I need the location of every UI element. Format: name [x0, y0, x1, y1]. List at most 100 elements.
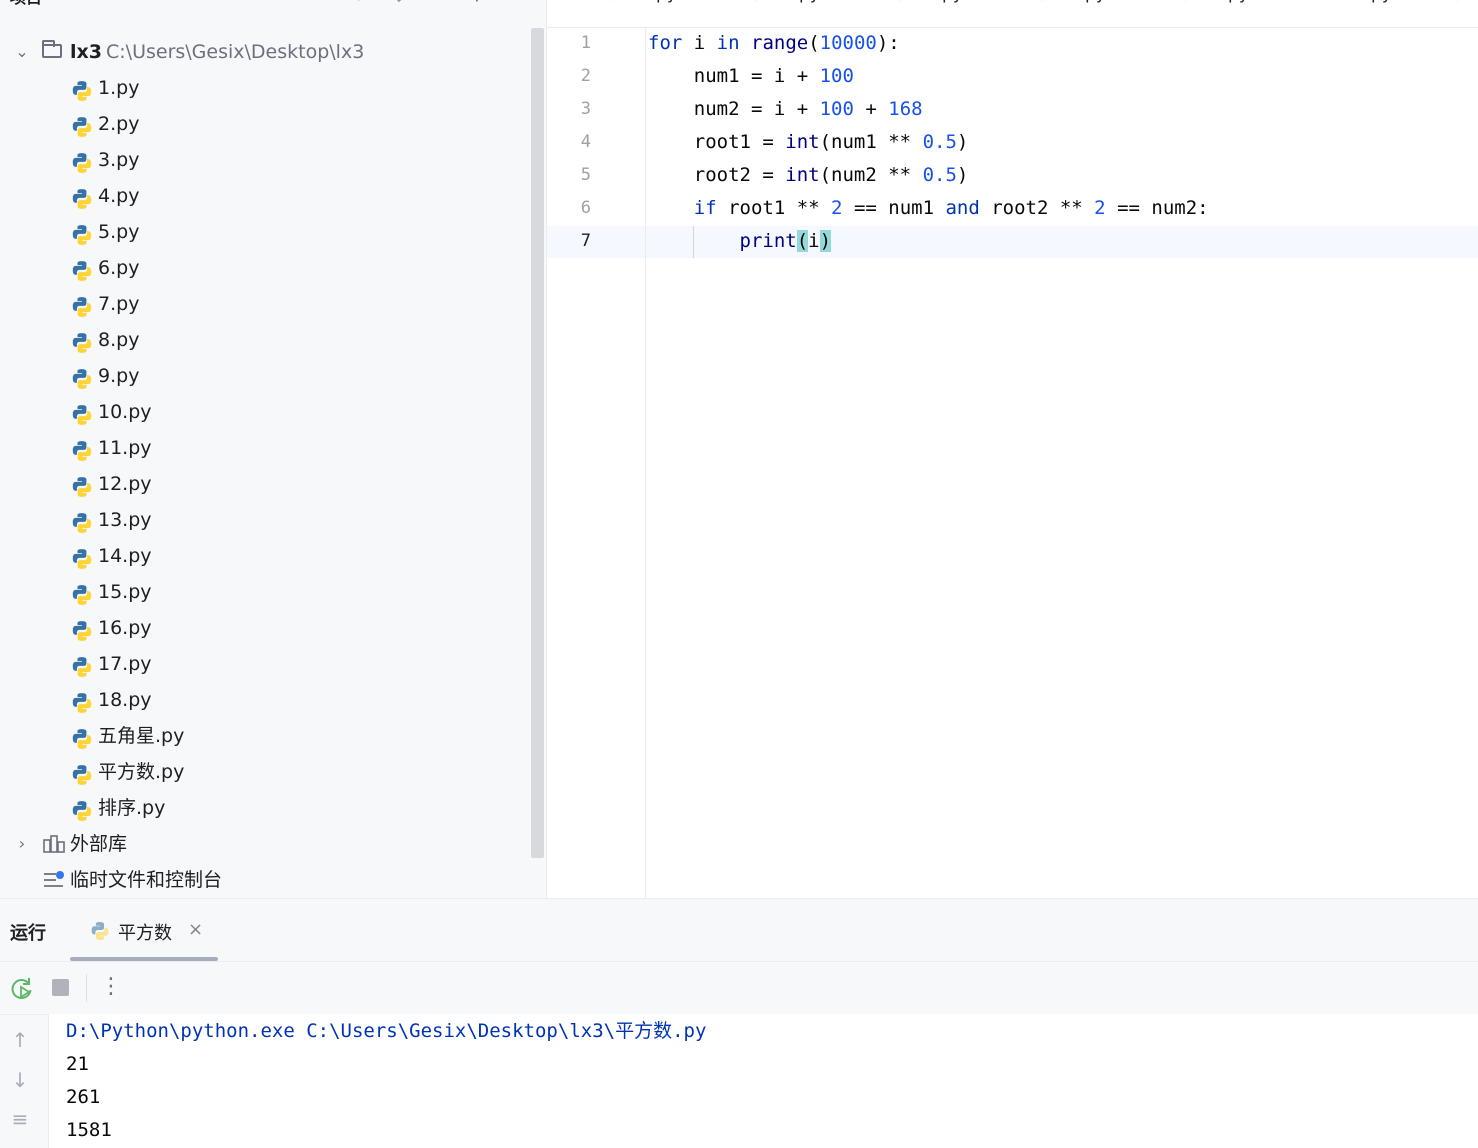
chevron-down-icon[interactable]: ⌄ — [12, 34, 32, 70]
editor-tab[interactable]: 11.py — [748, 0, 820, 10]
soft-wrap-icon[interactable]: ≡ — [10, 1109, 30, 1129]
project-panel-title[interactable]: 项目 — [10, 0, 42, 8]
run-tool-window: 运行 平方数 × ⋮ ↑ ↓ ≡ D:\Python\python.exe C:… — [0, 898, 1478, 1148]
scratches-icon — [44, 871, 64, 887]
file-name: 13.py — [98, 509, 152, 531]
file-name: 排序.py — [98, 797, 166, 819]
editor-tab[interactable]: 15.py — [1320, 0, 1392, 10]
code-line-5[interactable]: root2 = int(num2 ** 0.5) — [648, 159, 969, 192]
tree-file-item[interactable]: 1.py — [0, 70, 530, 106]
tree-file-item[interactable]: 15.py — [0, 574, 530, 610]
code-line-3[interactable]: num2 = i + 100 + 168 — [648, 93, 923, 126]
editor-tab-label: 10.py — [629, 0, 677, 4]
python-file-icon — [71, 798, 93, 821]
python-file-icon — [71, 330, 93, 353]
tree-file-item[interactable]: 14.py — [0, 538, 530, 574]
tree-file-item[interactable]: 10.py — [0, 394, 530, 430]
tree-file-item[interactable]: 排序.py — [0, 790, 530, 826]
editor-tab-label: 14.py — [1201, 0, 1249, 4]
tree-file-item[interactable]: 平方数.py — [0, 754, 530, 790]
line-number: 7 — [580, 231, 591, 251]
python-file-icon — [71, 474, 93, 497]
file-name: 4.py — [98, 185, 140, 207]
python-file-icon — [71, 690, 93, 713]
line-number: 2 — [580, 66, 591, 86]
tree-file-item[interactable]: 3.py — [0, 142, 530, 178]
editor-tab[interactable]: 14.py — [1177, 0, 1249, 10]
file-name: 12.py — [98, 473, 152, 495]
close-icon[interactable]: ✕ — [426, 0, 448, 6]
line-number: 6 — [580, 198, 591, 218]
code-line-7[interactable]: print(i) — [648, 225, 832, 258]
file-name: 1.py — [98, 77, 140, 99]
file-name: 6.py — [98, 257, 140, 279]
tree-file-item[interactable]: 5.py — [0, 214, 530, 250]
scratches-label: 临时文件和控制台 — [70, 869, 223, 891]
run-panel-title: 运行 — [10, 923, 46, 944]
tree-file-item[interactable]: 7.py — [0, 286, 530, 322]
editor-tab[interactable]: 12.py — [891, 0, 963, 10]
file-name: 18.py — [98, 689, 152, 711]
code-line-1[interactable]: for i in range(10000): — [648, 27, 900, 60]
console-output[interactable]: D:\Python\python.exe C:\Users\Gesix\Desk… — [49, 1014, 1478, 1148]
file-name: 16.py — [98, 617, 152, 639]
tree-file-item[interactable]: 13.py — [0, 502, 530, 538]
python-file-icon — [71, 186, 93, 209]
tree-scratches[interactable]: 临时文件和控制台 — [0, 862, 530, 898]
tree-file-item[interactable]: 五角星.py — [0, 718, 530, 754]
sidebar-scrollbar[interactable] — [531, 28, 544, 858]
chevron-right-icon[interactable]: › — [12, 826, 32, 862]
line-number-gutter[interactable]: 1 2 3 4 5 6 7 — [547, 27, 646, 898]
python-file-icon — [71, 366, 93, 389]
tree-file-item[interactable]: 16.py — [0, 610, 530, 646]
code-line-4[interactable]: root1 = int(num1 ** 0.5) — [648, 126, 969, 159]
tree-external-libraries[interactable]: › 外部库 — [0, 826, 530, 862]
editor-tab-overflow[interactable] — [1449, 0, 1473, 10]
tree-file-item[interactable]: 11.py — [0, 430, 530, 466]
locate-icon[interactable]: ⊕ — [348, 0, 370, 6]
python-file-icon — [71, 114, 93, 137]
console-command-line: D:\Python\python.exe C:\Users\Gesix\Desk… — [66, 1020, 707, 1042]
python-icon — [91, 922, 109, 940]
tree-file-item[interactable]: 2.py — [0, 106, 530, 142]
python-file-icon — [71, 582, 93, 605]
folder-icon — [42, 40, 62, 58]
run-toolbar: ⋮ — [0, 961, 1478, 1015]
external-libraries-label: 外部库 — [70, 833, 128, 855]
expand-collapse-icon[interactable]: ◇ — [388, 0, 410, 6]
tree-file-item[interactable]: 9.py — [0, 358, 530, 394]
editor-tab[interactable]: 10.py — [605, 0, 677, 10]
file-name: 平方数.py — [98, 761, 185, 783]
tree-file-item[interactable]: 17.py — [0, 646, 530, 682]
code-line-2[interactable]: num1 = i + 100 — [648, 60, 854, 93]
tree-root-folder[interactable]: ⌄ lx3 C:\Users\Gesix\Desktop\lx3 — [0, 34, 530, 70]
tree-file-item[interactable]: 4.py — [0, 178, 530, 214]
editor-tab[interactable]: 13.py — [1034, 0, 1106, 10]
tree-file-item[interactable]: 8.py — [0, 322, 530, 358]
tree-file-item[interactable]: 6.py — [0, 250, 530, 286]
close-tab-icon[interactable]: × — [188, 919, 203, 940]
tree-file-item[interactable]: 12.py — [0, 466, 530, 502]
code-editor[interactable]: 10.py 11.py 12.py 13.py 14.py 15.py 1 2 3 4 5 6 7 f… — [547, 0, 1478, 898]
python-file-icon — [71, 618, 93, 641]
python-file-icon — [71, 258, 93, 281]
rerun-icon[interactable] — [10, 976, 34, 1000]
console-side-toolbar: ↑ ↓ ≡ — [0, 1014, 49, 1148]
scroll-up-icon[interactable]: ↑ — [10, 1030, 30, 1050]
root-folder-path: C:\Users\Gesix\Desktop\lx3 — [106, 41, 365, 63]
python-file-icon — [1320, 0, 1336, 1]
code-line-6[interactable]: if root1 ** 2 == num1 and root2 ** 2 == … — [648, 192, 1209, 225]
stop-icon[interactable] — [52, 979, 69, 996]
editor-tab-strip: 10.py 11.py 12.py 13.py 14.py 15.py — [547, 0, 1478, 28]
console-output-line: 1581 — [66, 1119, 112, 1141]
project-panel-header: 项目 ⊕ ◇ ✕ ⋮ — [0, 0, 546, 10]
scroll-down-icon[interactable]: ↓ — [10, 1070, 30, 1090]
file-name: 五角星.py — [98, 725, 185, 747]
tree-file-item[interactable]: 18.py — [0, 682, 530, 718]
run-tab[interactable]: 平方数 × — [70, 899, 218, 961]
editor-tab-label: 15.py — [1344, 0, 1392, 4]
more-actions-icon[interactable]: ⋮ — [100, 974, 122, 1002]
python-file-icon — [71, 222, 93, 245]
more-options-icon[interactable]: ⋮ — [466, 0, 488, 6]
file-name: 2.py — [98, 113, 140, 135]
